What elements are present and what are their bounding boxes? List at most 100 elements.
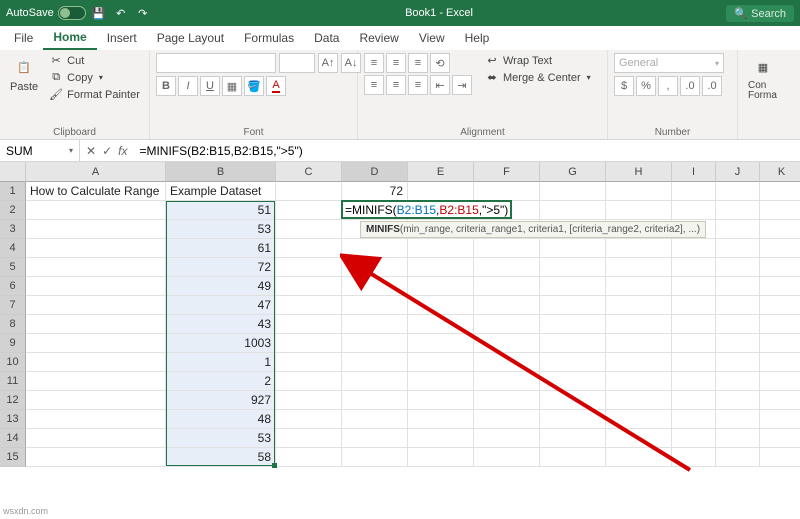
cell[interactable] — [760, 353, 800, 372]
cell[interactable] — [760, 391, 800, 410]
cell-b14[interactable]: 53 — [166, 429, 276, 448]
undo-icon[interactable]: ↶ — [112, 7, 130, 20]
cell[interactable] — [606, 391, 672, 410]
percent-button[interactable]: % — [636, 76, 656, 96]
row-header-5[interactable]: 5 — [0, 258, 26, 277]
row-header-12[interactable]: 12 — [0, 391, 26, 410]
increase-font-button[interactable]: A↑ — [318, 53, 338, 73]
align-right-button[interactable]: ≡ — [408, 75, 428, 95]
autosave-toggle[interactable]: AutoSave — [6, 6, 86, 20]
tab-pagelayout[interactable]: Page Layout — [147, 27, 234, 49]
cell[interactable] — [606, 429, 672, 448]
cell[interactable] — [474, 182, 540, 201]
col-header-B[interactable]: B — [166, 162, 276, 182]
cell[interactable] — [716, 258, 760, 277]
cell[interactable] — [474, 315, 540, 334]
cell[interactable] — [672, 296, 716, 315]
cell[interactable] — [606, 258, 672, 277]
align-left-button[interactable]: ≡ — [364, 75, 384, 95]
cell-d2-editing[interactable]: =MINIFS(B2:B15,B2:B15,">5") — [341, 200, 512, 219]
cell[interactable] — [408, 448, 474, 467]
cell-b15[interactable]: 58 — [166, 448, 276, 467]
col-header-H[interactable]: H — [606, 162, 672, 182]
cell[interactable] — [606, 334, 672, 353]
cell[interactable] — [276, 258, 342, 277]
cell[interactable] — [276, 296, 342, 315]
cell[interactable] — [474, 277, 540, 296]
cell[interactable] — [276, 182, 342, 201]
col-header-I[interactable]: I — [672, 162, 716, 182]
cell[interactable] — [540, 334, 606, 353]
underline-button[interactable]: U — [200, 76, 220, 96]
cell-b9[interactable]: 1003 — [166, 334, 276, 353]
cell[interactable] — [342, 334, 408, 353]
align-bottom-button[interactable]: ≡ — [408, 53, 428, 73]
cell-b10[interactable]: 1 — [166, 353, 276, 372]
cell[interactable] — [474, 296, 540, 315]
cell[interactable] — [26, 258, 166, 277]
cell[interactable] — [540, 429, 606, 448]
orientation-button[interactable]: ⟲ — [430, 53, 450, 73]
formula-input[interactable]: =MINIFS(B2:B15,B2:B15,">5") — [133, 144, 800, 158]
conditional-format-button[interactable]: ▦ Con Forma — [744, 53, 782, 103]
cell[interactable] — [716, 296, 760, 315]
cell[interactable] — [540, 201, 606, 220]
cell[interactable] — [606, 239, 672, 258]
cell[interactable] — [606, 315, 672, 334]
cell[interactable] — [716, 429, 760, 448]
cell-d1[interactable]: 72 — [342, 182, 408, 201]
cell[interactable] — [760, 220, 800, 239]
dec-decimal-button[interactable]: .0 — [702, 76, 722, 96]
row-header-11[interactable]: 11 — [0, 372, 26, 391]
cell[interactable] — [760, 258, 800, 277]
col-header-A[interactable]: A — [26, 162, 166, 182]
cell[interactable] — [342, 448, 408, 467]
cell[interactable] — [26, 429, 166, 448]
tab-data[interactable]: Data — [304, 27, 349, 49]
row-header-9[interactable]: 9 — [0, 334, 26, 353]
cell[interactable] — [606, 201, 672, 220]
cell[interactable] — [716, 277, 760, 296]
wrap-text-button[interactable]: ↩Wrap Text — [482, 53, 594, 68]
cell[interactable] — [540, 258, 606, 277]
cell[interactable] — [540, 372, 606, 391]
cell[interactable] — [716, 315, 760, 334]
name-box[interactable]: SUM ▾ — [0, 140, 80, 161]
cell-b13[interactable]: 48 — [166, 410, 276, 429]
cell[interactable] — [408, 372, 474, 391]
col-header-K[interactable]: K — [760, 162, 800, 182]
cell[interactable] — [672, 391, 716, 410]
cancel-formula-button[interactable]: ✕ — [86, 144, 96, 158]
cell[interactable] — [342, 315, 408, 334]
row-header-6[interactable]: 6 — [0, 277, 26, 296]
spreadsheet-grid[interactable]: ABCDEFGHIJK123456789101112131415How to C… — [0, 162, 800, 519]
cell[interactable] — [474, 391, 540, 410]
cell[interactable] — [276, 220, 342, 239]
cell[interactable] — [276, 277, 342, 296]
cell[interactable] — [276, 239, 342, 258]
cell[interactable] — [408, 277, 474, 296]
cell[interactable] — [606, 410, 672, 429]
cell[interactable] — [276, 372, 342, 391]
row-header-4[interactable]: 4 — [0, 239, 26, 258]
cell[interactable] — [540, 410, 606, 429]
row-header-8[interactable]: 8 — [0, 315, 26, 334]
row-header-15[interactable]: 15 — [0, 448, 26, 467]
cell[interactable] — [606, 182, 672, 201]
cell[interactable] — [408, 429, 474, 448]
cell[interactable] — [408, 258, 474, 277]
cell[interactable] — [26, 277, 166, 296]
cell[interactable] — [26, 239, 166, 258]
cell[interactable] — [760, 334, 800, 353]
border-button[interactable]: ▦ — [222, 76, 242, 96]
tab-view[interactable]: View — [409, 27, 455, 49]
paste-button[interactable]: 📋 Paste — [6, 53, 42, 95]
cell[interactable] — [672, 315, 716, 334]
cell[interactable] — [26, 201, 166, 220]
cell[interactable] — [672, 448, 716, 467]
cell-b4[interactable]: 61 — [166, 239, 276, 258]
cell-b6[interactable]: 49 — [166, 277, 276, 296]
cell[interactable] — [606, 372, 672, 391]
fill-color-button[interactable]: 🪣 — [244, 76, 264, 96]
indent-dec-button[interactable]: ⇤ — [430, 75, 450, 95]
